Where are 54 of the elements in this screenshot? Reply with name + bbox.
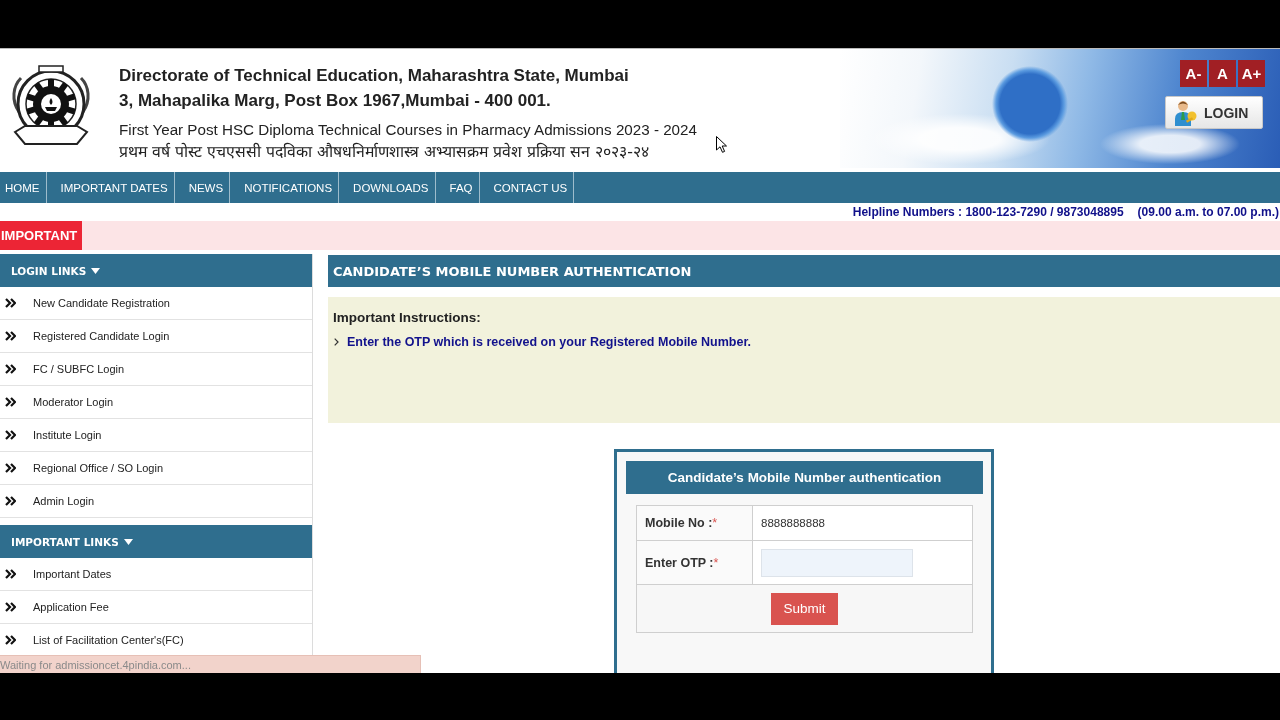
nav-link[interactable]: NEWS (174, 172, 231, 203)
sidebar-link[interactable]: Regional Office / SO Login (0, 452, 312, 485)
chevron-right-icon (334, 338, 339, 346)
double-chevron-icon (5, 397, 16, 407)
double-chevron-icon (5, 331, 16, 341)
nav-link[interactable]: IMPORTANT DATES (46, 172, 175, 203)
caret-down-icon (123, 538, 133, 545)
section-toggle[interactable]: LOGIN LINKS (0, 254, 312, 287)
sidebar-link[interactable]: New Candidate Registration (0, 287, 312, 320)
nav-link[interactable]: HOME (0, 172, 47, 203)
sidebar-link[interactable]: Admin Login (0, 485, 312, 518)
helpline-hours: (09.00 a.m. to 07.00 p.m.) (1137, 204, 1279, 219)
double-chevron-icon (5, 430, 16, 440)
field-label: Enter OTP :* (645, 555, 719, 570)
nav-link[interactable]: DOWNLOADS (339, 172, 436, 203)
browser-status-bar: Waiting for admissioncet.4pindia.com... (0, 655, 421, 673)
caret-down-icon (91, 267, 101, 274)
double-chevron-icon (5, 569, 16, 579)
header-address: 3, Mahapalika Marg, Post Box 1967,Mumbai - 400 001. (119, 90, 551, 112)
double-chevron-icon (5, 298, 16, 308)
instruction-text: Enter the OTP which is received on your Registered Mobile Number. (347, 335, 752, 349)
font-size-button[interactable]: A+ (1238, 60, 1265, 87)
section-heading: CANDIDATE’S MOBILE NUMBER AUTHENTICATION (328, 255, 1280, 287)
nav-link[interactable]: NOTIFICATIONS (230, 172, 340, 203)
sidebar-link[interactable]: Institute Login (0, 419, 312, 452)
submit-button[interactable]: Submit (771, 592, 838, 625)
sidebar-link[interactable]: Moderator Login (0, 386, 312, 419)
sidebar-link[interactable]: Important Dates (0, 558, 312, 591)
ticker-label: IMPORTANT (0, 221, 83, 250)
double-chevron-icon (5, 602, 16, 612)
double-chevron-icon (5, 463, 16, 473)
double-chevron-icon (5, 496, 16, 506)
course-title-hindi: प्रथम वर्ष पोस्ट एचएससी पदविका औषधनिर्माणशास्त्र अभ्यासक्रम प्रवेश प्रक्रिया सन २०२३-२४ (119, 142, 649, 162)
sidebar-link[interactable]: FC / SUBFC Login (0, 353, 312, 386)
header-title: Directorate of Technical Education, Maharashtra State, Mumbai (119, 65, 629, 87)
form-title: Candidate’s Mobile Number authentication (626, 461, 983, 494)
sidebar-link[interactable]: Application Fee (0, 591, 312, 624)
user-key-icon (1174, 99, 1198, 126)
field-value: 8888888888 (761, 517, 825, 529)
login-button[interactable]: LOGIN (1165, 96, 1263, 129)
double-chevron-icon (5, 635, 16, 645)
section-toggle[interactable]: IMPORTANT LINKS (0, 525, 312, 558)
course-title: First Year Post HSC Diploma Technical Courses in Pharmacy Admissions 2023 - 2024 (119, 120, 697, 140)
font-size-button[interactable]: A (1209, 60, 1236, 87)
sidebar-link[interactable]: Registered Candidate Login (0, 320, 312, 353)
otp-input[interactable] (761, 548, 913, 577)
helpline-numbers: Helpline Numbers : 1800-123-7290 / 9873048895 (852, 204, 1124, 219)
nav-link[interactable]: FAQ (435, 172, 480, 203)
double-chevron-icon (5, 364, 16, 374)
cursor-icon (716, 136, 727, 153)
nav-link[interactable]: CONTACT US (479, 172, 575, 203)
font-size-button[interactable]: A- (1180, 60, 1207, 87)
field-label: Mobile No :* (645, 516, 718, 530)
instructions-title: Important Instructions: (333, 309, 481, 326)
